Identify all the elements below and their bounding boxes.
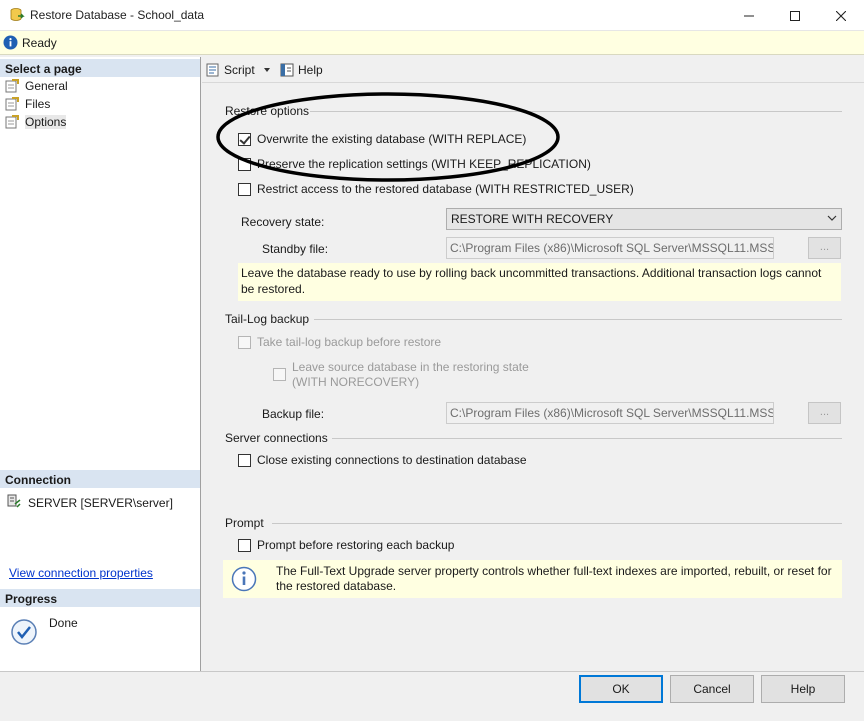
maximize-icon <box>790 10 800 21</box>
leave-restoring-checkbox-row[interactable]: Leave source database in the restoring s… <box>273 360 529 390</box>
standby-file-label: Standby file: <box>262 242 329 256</box>
toolbar: Script Help <box>202 57 864 83</box>
backup-file-browse-button[interactable]: ... <box>808 402 841 424</box>
standby-file-value: C:\Program Files (x86)\Microsoft SQL Ser… <box>450 241 774 255</box>
prompt-group-label: Prompt <box>225 516 264 530</box>
cancel-button[interactable]: Cancel <box>670 675 754 703</box>
dialog-footer: OK Cancel Help <box>0 671 864 721</box>
chevron-down-icon <box>827 215 837 221</box>
select-page-header: Select a page <box>0 59 200 77</box>
restrict-access-checkbox-row[interactable]: Restrict access to the restored database… <box>238 182 634 196</box>
help-toolbar-button[interactable]: Help <box>279 61 323 79</box>
prompt-before-label: Prompt before restoring each backup <box>257 538 455 552</box>
database-restore-icon <box>9 7 25 26</box>
take-tail-log-label: Take tail-log backup before restore <box>257 335 442 349</box>
overwrite-checkbox[interactable] <box>238 132 251 146</box>
server-connections-group-label: Server connections <box>225 431 328 445</box>
maximize-button[interactable] <box>772 0 818 31</box>
script-icon <box>206 63 219 77</box>
progress-done-icon <box>10 618 38 649</box>
recovery-description: Leave the database ready to use by rolli… <box>238 263 841 301</box>
full-text-info-text: The Full-Text Upgrade server property co… <box>276 564 832 593</box>
view-connection-properties-link[interactable]: View connection properties <box>9 566 153 580</box>
options-page: Script Help Restore options Overwrite th… <box>202 57 864 671</box>
backup-file-value: C:\Program Files (x86)\Microsoft SQL Ser… <box>450 406 774 420</box>
ok-button[interactable]: OK <box>579 675 663 703</box>
title-bar: Restore Database - School_data <box>0 0 864 31</box>
leave-restoring-label: Leave source database in the restoring s… <box>292 360 529 390</box>
recovery-state-label: Recovery state: <box>241 215 325 229</box>
restrict-access-checkbox[interactable] <box>238 182 251 196</box>
restore-options-group-label: Restore options <box>225 104 310 118</box>
close-connections-checkbox[interactable] <box>238 453 251 467</box>
dropdown-arrow-icon <box>263 68 270 72</box>
recovery-state-select[interactable]: RESTORE WITH RECOVERY <box>446 208 842 230</box>
status-bar: Ready <box>0 31 864 55</box>
full-text-info-box: The Full-Text Upgrade server property co… <box>223 560 842 598</box>
status-text: Ready <box>22 36 57 50</box>
close-connections-label: Close existing connections to destinatio… <box>257 453 527 467</box>
help-label: Help <box>298 63 323 77</box>
page-wrench-icon <box>4 114 20 130</box>
preserve-replication-checkbox-row[interactable]: Preserve the replication settings (WITH … <box>238 157 591 171</box>
page-item-label: General <box>25 79 68 93</box>
take-tail-log-checkbox-row[interactable]: Take tail-log backup before restore <box>238 335 441 349</box>
group-separator <box>314 319 842 320</box>
server-connection-icon <box>6 493 22 512</box>
leave-restoring-checkbox[interactable] <box>273 368 286 381</box>
minimize-button[interactable] <box>726 0 772 31</box>
page-wrench-icon <box>4 78 20 94</box>
take-tail-log-checkbox[interactable] <box>238 335 251 349</box>
prompt-before-checkbox[interactable] <box>238 538 251 552</box>
help-book-icon <box>280 63 294 77</box>
group-separator <box>310 111 842 112</box>
info-circle-icon <box>231 566 257 595</box>
left-pane: Select a page General Files Options Conn… <box>0 57 201 671</box>
standby-browse-button[interactable]: ... <box>808 237 841 259</box>
prompt-before-checkbox-row[interactable]: Prompt before restoring each backup <box>238 538 454 552</box>
close-icon <box>836 10 846 21</box>
close-button[interactable] <box>818 0 864 31</box>
connection-server-label: SERVER [SERVER\server] <box>28 495 173 510</box>
tail-log-group-label: Tail-Log backup <box>225 312 310 326</box>
connection-server: SERVER [SERVER\server] <box>6 493 173 512</box>
backup-file-label: Backup file: <box>262 407 325 421</box>
restrict-access-label: Restrict access to the restored database… <box>257 182 634 196</box>
script-button[interactable]: Script <box>205 61 274 79</box>
info-icon <box>3 35 18 53</box>
group-separator <box>332 438 842 439</box>
close-connections-checkbox-row[interactable]: Close existing connections to destinatio… <box>238 453 527 467</box>
minimize-icon <box>744 15 754 16</box>
connection-header: Connection <box>0 470 200 488</box>
overwrite-checkbox-row[interactable]: Overwrite the existing database (WITH RE… <box>238 132 526 146</box>
leave-restoring-line1: Leave source database in the restoring s… <box>292 360 529 374</box>
progress-header: Progress <box>0 589 200 607</box>
overwrite-label: Overwrite the existing database (WITH RE… <box>257 132 527 146</box>
backup-file-input[interactable]: C:\Program Files (x86)\Microsoft SQL Ser… <box>446 402 774 424</box>
page-item-label: Options <box>25 115 67 129</box>
page-item-label: Files <box>25 97 51 111</box>
page-item-files[interactable]: Files <box>4 95 50 113</box>
help-button[interactable]: Help <box>761 675 845 703</box>
standby-file-input[interactable]: C:\Program Files (x86)\Microsoft SQL Ser… <box>446 237 774 259</box>
page-wrench-icon <box>4 96 20 112</box>
group-separator <box>272 523 842 524</box>
page-item-general[interactable]: General <box>4 77 68 95</box>
preserve-replication-label: Preserve the replication settings (WITH … <box>257 157 591 171</box>
script-label: Script <box>224 63 255 77</box>
window-title: Restore Database - School_data <box>30 8 205 22</box>
leave-restoring-line2: (WITH NORECOVERY) <box>292 375 420 389</box>
progress-status: Done <box>49 616 78 630</box>
recovery-state-value: RESTORE WITH RECOVERY <box>451 212 614 226</box>
preserve-replication-checkbox[interactable] <box>238 157 251 171</box>
page-item-options[interactable]: Options <box>4 113 67 131</box>
